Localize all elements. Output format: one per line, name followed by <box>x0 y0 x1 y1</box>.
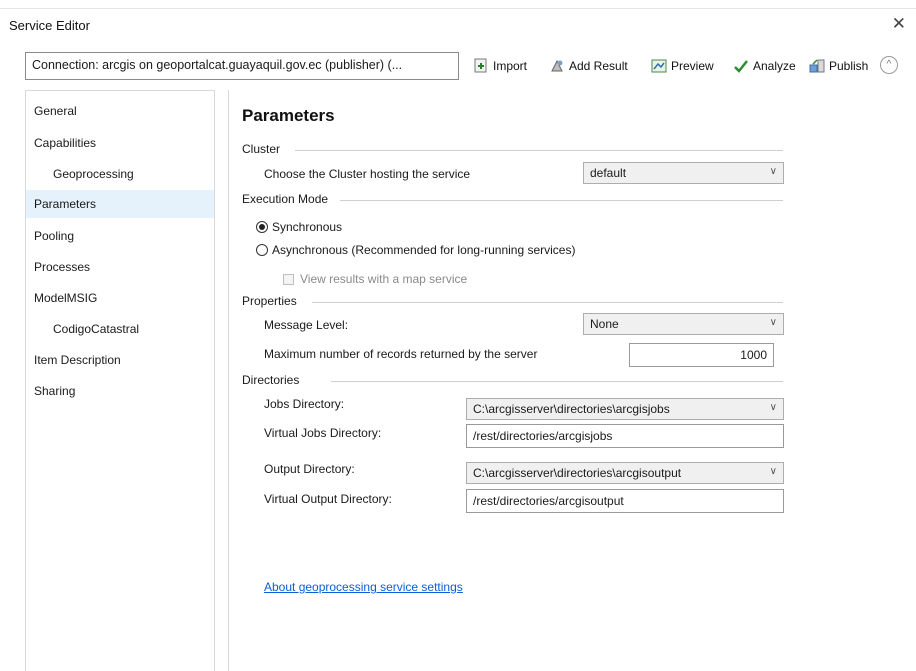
page-title: Parameters <box>242 106 335 125</box>
properties-section-label: Properties <box>242 294 297 308</box>
asynchronous-radio-option[interactable]: Asynchronous (Recommended for long-runni… <box>256 243 575 257</box>
sidebar-item-geoprocessing[interactable]: Geoprocessing <box>26 160 214 188</box>
map-service-checkbox <box>283 273 294 285</box>
sidebar-item-item-description[interactable]: Item Description <box>26 346 214 374</box>
virtual-jobs-directory-label: Virtual Jobs Directory: <box>264 426 382 440</box>
title-bar: Service Editor ✕ <box>0 8 916 43</box>
chevron-down-icon: ∨ <box>769 466 777 477</box>
synchronous-radio[interactable] <box>256 221 268 233</box>
virtual-output-directory-field[interactable]: /rest/directories/arcgisoutput <box>466 489 784 513</box>
preview-icon <box>651 58 667 74</box>
sidebar-item-sharing[interactable]: Sharing <box>26 377 214 405</box>
jobs-directory-value: C:\arcgisserver\directories\arcgisjobs <box>473 402 670 416</box>
execution-mode-section-label: Execution Mode <box>242 192 329 206</box>
cluster-value: default <box>590 166 627 180</box>
preview-label: Preview <box>671 59 714 73</box>
sidebar-item-general[interactable]: General <box>26 97 214 125</box>
virtual-output-directory-label: Virtual Output Directory: <box>264 492 392 506</box>
sidebar-item-pooling[interactable]: Pooling <box>26 222 214 250</box>
sidebar-item-codigocatastral[interactable]: CodigoCatastral <box>26 315 214 343</box>
publish-label: Publish <box>829 59 869 73</box>
sidebar-item-parameters[interactable]: Parameters <box>26 190 214 218</box>
checkmark-icon <box>733 58 749 74</box>
execution-mode-divider <box>340 200 783 201</box>
directories-divider <box>331 381 783 382</box>
asynchronous-label: Asynchronous (Recommended for long-runni… <box>272 243 576 257</box>
output-directory-dropdown[interactable]: C:\arcgisserver\directories\arcgisoutput… <box>466 462 784 484</box>
synchronous-label: Synchronous <box>272 220 343 234</box>
synchronous-radio-option[interactable]: Synchronous <box>256 220 342 234</box>
map-service-option: View results with a map service <box>283 272 467 286</box>
import-button[interactable]: Import <box>473 56 527 76</box>
add-result-label: Add Result <box>569 59 628 73</box>
sidebar-item-processes[interactable]: Processes <box>26 253 214 281</box>
chevron-down-icon: ∨ <box>769 166 777 177</box>
connection-selector[interactable]: Connection: arcgis on geoportalcat.guaya… <box>25 52 459 80</box>
import-label: Import <box>493 59 528 73</box>
service-editor-window: Service Editor ✕ Connection: arcgis on g… <box>0 0 916 671</box>
cluster-section-label: Cluster <box>242 142 281 156</box>
message-level-dropdown[interactable]: None ∨ <box>583 313 784 335</box>
import-icon <box>473 58 489 74</box>
chevron-down-icon: ∨ <box>769 317 777 328</box>
output-directory-label: Output Directory: <box>264 462 355 476</box>
toolbar: Connection: arcgis on geoportalcat.guaya… <box>0 42 916 88</box>
directories-section-label: Directories <box>242 373 300 387</box>
parameters-panel: Parameters Cluster Choose the Cluster ho… <box>228 90 916 671</box>
about-settings-link[interactable]: About geoprocessing service settings <box>264 580 463 594</box>
output-directory-value: C:\arcgisserver\directories\arcgisoutput <box>473 466 682 480</box>
message-level-value: None <box>590 317 619 331</box>
max-records-field[interactable]: 1000 <box>629 343 774 367</box>
max-records-label: Maximum number of records returned by th… <box>264 347 538 361</box>
virtual-jobs-directory-field[interactable]: /rest/directories/arcgisjobs <box>466 424 784 448</box>
publish-icon <box>809 58 825 74</box>
analyze-button[interactable]: Analyze <box>733 56 796 76</box>
properties-divider <box>312 302 783 303</box>
cluster-divider <box>295 150 783 151</box>
asynchronous-radio[interactable] <box>256 244 268 256</box>
publish-button[interactable]: Publish <box>809 56 868 76</box>
preview-button[interactable]: Preview <box>651 56 714 76</box>
analyze-label: Analyze <box>753 59 796 73</box>
collapse-chevron-up-icon[interactable]: ^ <box>880 56 898 74</box>
jobs-directory-dropdown[interactable]: C:\arcgisserver\directories\arcgisjobs ∨ <box>466 398 784 420</box>
sidebar-item-capabilities[interactable]: Capabilities <box>26 129 214 157</box>
window-title: Service Editor <box>9 18 90 33</box>
add-result-button[interactable]: Add Result <box>549 56 628 76</box>
cluster-label: Choose the Cluster hosting the service <box>264 167 471 181</box>
map-service-label: View results with a map service <box>300 272 468 286</box>
chevron-down-icon: ∨ <box>769 402 777 413</box>
add-result-icon <box>549 58 565 74</box>
close-icon[interactable]: ✕ <box>892 15 906 32</box>
cluster-dropdown[interactable]: default ∨ <box>583 162 784 184</box>
message-level-label: Message Level: <box>264 318 349 332</box>
sidebar-item-modelmsig[interactable]: ModelMSIG <box>26 284 214 312</box>
jobs-directory-label: Jobs Directory: <box>264 397 345 411</box>
sidebar: General Capabilities Geoprocessing Param… <box>25 90 215 671</box>
